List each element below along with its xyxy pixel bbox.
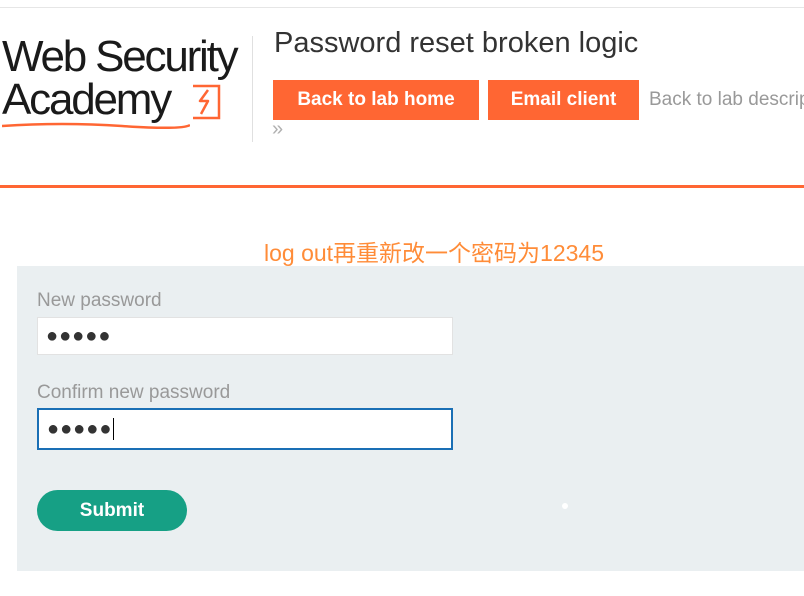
logo-line-1: Web Security: [2, 32, 239, 81]
confirm-password-input[interactable]: ●●●●●: [37, 408, 453, 450]
lab-header: Web Security Academy Password reset brok…: [0, 8, 804, 186]
annotation-note: log out再重新改一个密码为12345: [264, 240, 605, 266]
lightning-icon: [193, 84, 221, 120]
web-security-academy-logo[interactable]: Web Security Academy: [2, 35, 252, 135]
back-to-lab-description-link[interactable]: Back to lab description: [649, 89, 804, 111]
logo-underline: [2, 122, 190, 130]
confirm-password-value: ●●●●●: [47, 417, 113, 440]
new-password-value: ●●●●●: [46, 324, 112, 347]
password-reset-form: New password ●●●●● Confirm new password …: [17, 266, 804, 571]
email-client-button[interactable]: Email client: [488, 80, 639, 120]
double-chevron-right-icon[interactable]: »: [272, 119, 283, 139]
new-password-label: New password: [37, 290, 162, 311]
lab-title: Password reset broken logic: [274, 27, 639, 59]
confirm-password-label: Confirm new password: [37, 382, 231, 403]
header-accent-rule: [0, 185, 804, 188]
back-to-lab-home-button[interactable]: Back to lab home: [273, 80, 479, 120]
logo-line-2: Academy: [2, 75, 172, 124]
new-password-input[interactable]: ●●●●●: [37, 317, 453, 355]
submit-button[interactable]: Submit: [37, 490, 187, 531]
text-caret: [113, 418, 115, 440]
cursor-dot: [562, 503, 568, 509]
header-divider: [252, 36, 253, 142]
